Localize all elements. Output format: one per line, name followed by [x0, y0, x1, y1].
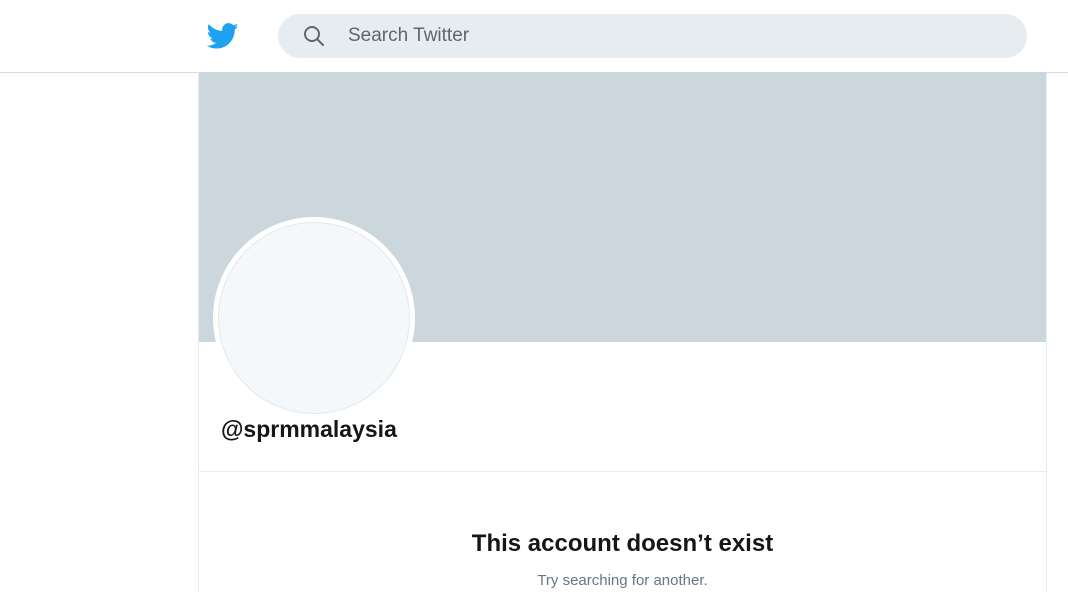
top-navigation-bar	[0, 0, 1068, 73]
avatar-placeholder	[218, 222, 410, 414]
search-box[interactable]	[278, 14, 1027, 58]
twitter-bird-icon[interactable]	[204, 20, 242, 52]
profile-handle: @sprmmalaysia	[221, 416, 397, 442]
account-missing-title: This account doesn’t exist	[471, 530, 774, 557]
search-input[interactable]	[348, 14, 988, 58]
divider	[199, 471, 1046, 472]
search-icon	[302, 24, 326, 48]
account-missing-subtitle: Try searching for another.	[537, 572, 708, 589]
profile-column: @sprmmalaysia This account doesn’t exist…	[198, 72, 1047, 592]
avatar	[213, 217, 415, 419]
